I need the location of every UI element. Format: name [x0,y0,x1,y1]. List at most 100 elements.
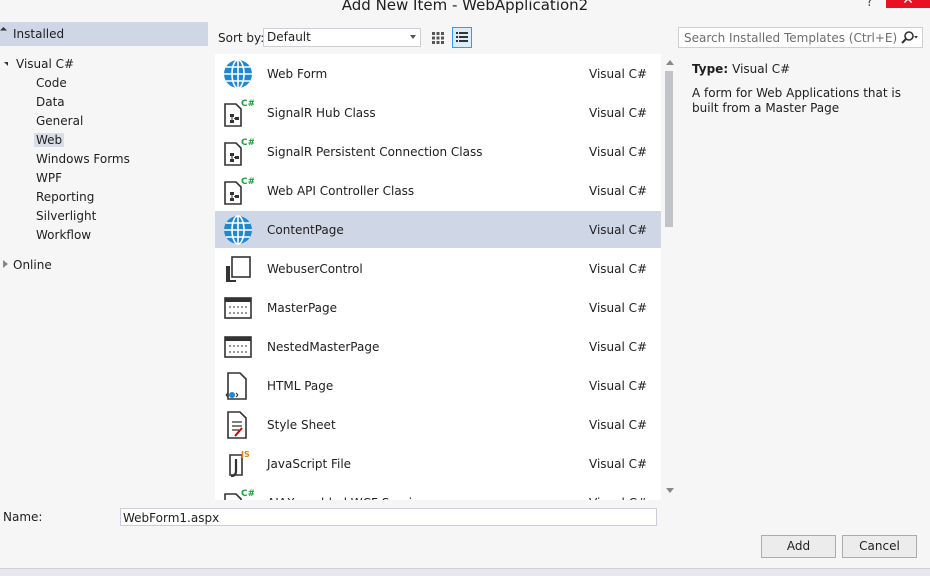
expand-arrow-icon[interactable] [4,62,8,66]
template-item[interactable]: C# SignalR Hub Class Visual C# [215,94,661,131]
template-item-name: SignalR Hub Class [267,106,376,120]
small-icons-view-button[interactable] [428,27,448,48]
template-item[interactable]: HTML Page Visual C# [215,367,661,404]
help-button[interactable]: ? [866,0,873,10]
tree-node-workflow[interactable]: Workflow [36,228,91,242]
template-item[interactable]: C# SignalR Persistent Connection Class V… [215,133,661,170]
name-input[interactable] [120,508,657,526]
template-item-name: Web Form [267,67,328,81]
tree-node-online[interactable]: Online [13,258,52,272]
template-item[interactable]: NestedMasterPage Visual C# [215,328,661,365]
csharp-class-icon: C# [222,176,255,206]
template-item[interactable]: WebuserControl Visual C# [215,250,661,287]
template-item-language: Visual C# [589,223,648,237]
template-item-name: NestedMasterPage [267,340,380,354]
grid-view-icon [432,32,444,44]
tree-node-code[interactable]: Code [36,76,67,90]
svg-text:C#: C# [241,99,254,109]
add-button[interactable]: Add [761,535,836,558]
template-item-language: Visual C# [589,457,648,471]
search-icon[interactable] [899,30,919,46]
master-page-icon [222,332,254,362]
tree-node-windows-forms[interactable]: Windows Forms [36,152,130,166]
template-item-language: Visual C# [589,67,648,81]
template-item[interactable]: ContentPage Visual C# [215,211,661,248]
master-page-icon [222,293,254,323]
cancel-button[interactable]: Cancel [842,535,917,558]
tree-node-data[interactable]: Data [36,95,65,109]
template-list[interactable]: Web Form Visual C# C# SignalR Hub Class … [215,54,661,500]
template-item[interactable]: JS JavaScript File Visual C# [215,445,661,482]
search-input[interactable]: Search Installed Templates (Ctrl+E) [678,27,923,48]
template-item-name: SignalR Persistent Connection Class [267,145,483,159]
details-pane: Type: Visual C# A form for Web Applicatio… [692,62,917,116]
template-item[interactable]: Style Sheet Visual C# [215,406,661,443]
template-item-name: Style Sheet [267,418,336,432]
sort-by-value: Default [267,30,311,44]
close-button[interactable]: ✕ [886,0,930,8]
tree-node-wpf[interactable]: WPF [36,171,62,185]
list-view-button[interactable] [452,27,472,48]
template-tree: Installed Visual C# Code Data General Web Wi… [0,22,208,500]
template-item-name: MasterPage [267,301,338,315]
scrollbar-thumb[interactable] [665,71,673,227]
template-item-name: JavaScript File [267,457,352,471]
svg-text:JS: JS [240,450,250,459]
globe-icon [222,215,254,245]
scroll-down-icon[interactable] [666,488,674,493]
template-item-name: HTML Page [267,379,334,393]
template-item[interactable]: MasterPage Visual C# [215,289,661,326]
template-item-language: Visual C# [589,145,648,159]
sort-by-label: Sort by: [218,31,265,45]
template-item-language: Visual C# [589,418,648,432]
list-scrollbar[interactable] [661,54,678,500]
tree-node-reporting[interactable]: Reporting [36,190,94,204]
svg-text:C#: C# [241,489,254,499]
title-bar: Add New Item - WebApplication2 ? ✕ [0,0,930,18]
name-label: Name: [3,510,43,524]
tree-node-general[interactable]: General [36,114,83,128]
csharp-class-icon: C# [222,98,255,128]
details-type: Type: Visual C# [692,62,917,76]
globe-icon [222,59,254,89]
csharp-class-icon: C# [222,137,255,167]
list-view-icon [456,32,468,42]
type-value: Visual C# [732,62,791,76]
html-page-icon [222,371,254,401]
template-item-language: Visual C# [589,184,648,198]
status-strip [0,568,930,576]
search-placeholder: Search Installed Templates (Ctrl+E) [684,31,898,45]
tree-installed-header[interactable]: Installed [0,22,208,46]
template-item[interactable]: C# AJAX-enabled WCF Service Visual C# [215,484,661,500]
collapse-arrow-icon [0,26,8,35]
template-item-name: WebuserControl [267,262,363,276]
stylesheet-icon [222,410,254,440]
csharp-class-icon: C# [222,488,255,500]
window-title: Add New Item - WebApplication2 [341,0,589,14]
tree-node-silverlight[interactable]: Silverlight [36,209,96,223]
template-item-language: Visual C# [589,496,647,500]
scroll-up-icon[interactable] [666,60,674,65]
tree-node-web[interactable]: Web [34,133,65,147]
svg-text:C#: C# [241,138,254,148]
template-item[interactable]: Web Form Visual C# [215,55,661,92]
template-item[interactable]: C# Web API Controller Class Visual C# [215,172,661,209]
template-item-name: Web API Controller Class [267,184,415,198]
template-item-language: Visual C# [589,301,648,315]
expand-arrow-icon[interactable] [3,260,8,268]
details-description: A form for Web Applications that is buil… [692,86,901,115]
javascript-file-icon: JS [222,449,254,479]
template-item-name: ContentPage [267,223,344,237]
template-item-language: Visual C# [589,106,648,120]
tree-installed-label: Installed [13,27,65,41]
user-control-icon [222,254,254,284]
template-item-language: Visual C# [589,340,648,354]
tree-node-visual-csharp[interactable]: Visual C# [16,57,74,71]
template-item-language: Visual C# [589,262,648,276]
chevron-down-icon [410,35,416,39]
template-item-language: Visual C# [589,379,648,393]
sort-by-select[interactable]: Default [263,28,421,47]
svg-text:C#: C# [241,177,254,187]
type-label: Type: [692,62,729,76]
template-item-name: AJAX-enabled WCF Service [267,496,426,500]
